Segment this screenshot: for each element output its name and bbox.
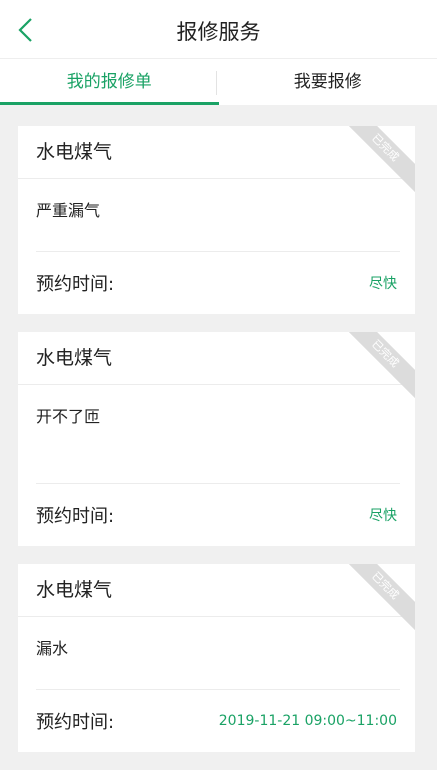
order-card[interactable]: 水电煤气 漏水 预约时间: 2019-11-21 09:00~11:00 已完成 <box>18 564 415 752</box>
order-description: 严重漏气 <box>18 179 415 251</box>
order-description: 漏水 <box>18 617 415 689</box>
tab-divider <box>216 71 217 95</box>
order-category: 水电煤气 <box>18 126 415 179</box>
tab-bar: 我的报修单 我要报修 <box>0 59 437 105</box>
appointment-time-label: 预约时间: <box>36 270 114 296</box>
appointment-time-value: 尽快 <box>369 505 397 525</box>
order-footer: 预约时间: 尽快 <box>18 484 415 546</box>
order-footer: 预约时间: 2019-11-21 09:00~11:00 <box>18 690 415 752</box>
appointment-time-label: 预约时间: <box>36 708 114 734</box>
order-description: 开不了匝 <box>18 385 415 483</box>
order-list: 水电煤气 严重漏气 预约时间: 尽快 已完成 水电煤气 开不了匝 预约时间: 尽… <box>18 126 415 770</box>
tab-new-request[interactable]: 我要报修 <box>219 59 437 105</box>
order-card[interactable]: 水电煤气 开不了匝 预约时间: 尽快 已完成 <box>18 332 415 546</box>
top-bar: 报修服务 <box>0 0 437 59</box>
tab-my-orders[interactable]: 我的报修单 <box>0 59 219 105</box>
order-category: 水电煤气 <box>18 332 415 385</box>
appointment-time-value: 尽快 <box>369 273 397 293</box>
order-category: 水电煤气 <box>18 564 415 617</box>
appointment-time-value: 2019-11-21 09:00~11:00 <box>219 713 397 729</box>
appointment-time-label: 预约时间: <box>36 502 114 528</box>
page-title: 报修服务 <box>0 16 437 46</box>
order-card[interactable]: 水电煤气 严重漏气 预约时间: 尽快 已完成 <box>18 126 415 314</box>
order-footer: 预约时间: 尽快 <box>18 252 415 314</box>
